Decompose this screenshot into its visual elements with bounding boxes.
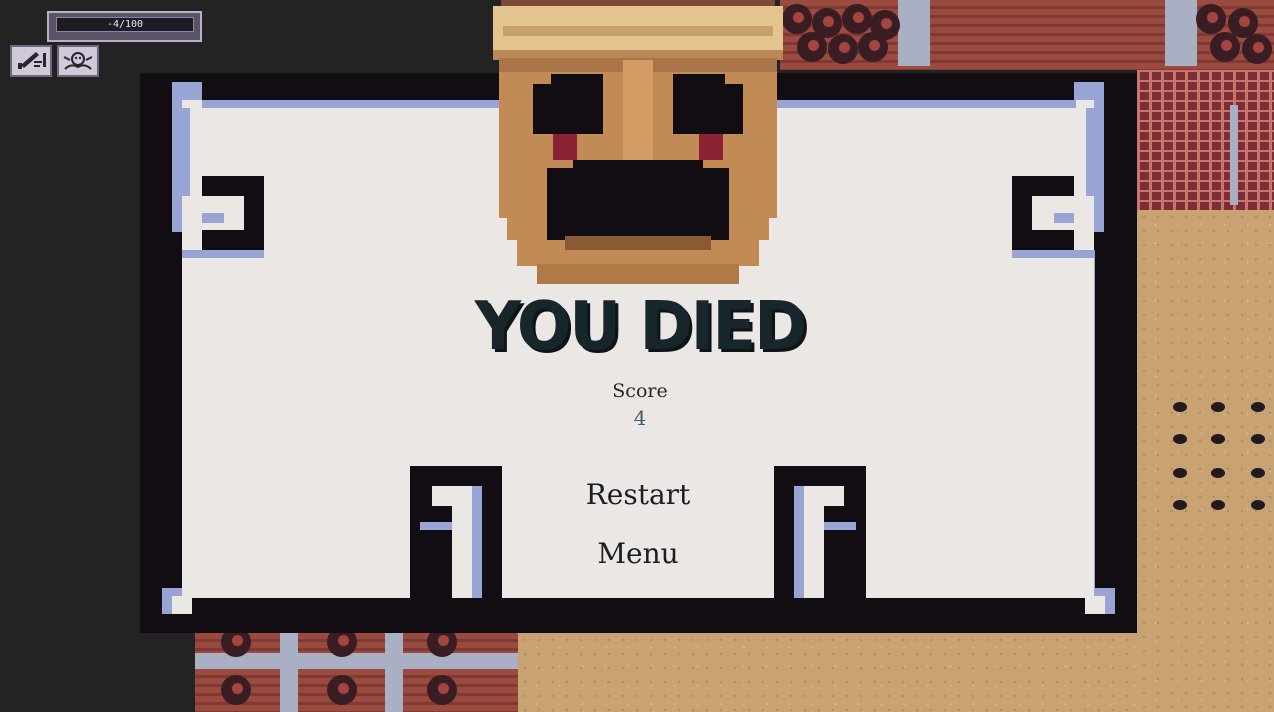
you-died-title: YOU DIED — [474, 288, 808, 366]
restart-button[interactable]: Restart — [520, 478, 756, 511]
inventory-slot-creature[interactable] — [57, 45, 99, 77]
frame-trim — [202, 100, 502, 108]
crowd-top — [782, 4, 902, 66]
button-frame-right — [824, 522, 856, 530]
arena-wall-bottom — [195, 627, 518, 712]
button-frame-left — [472, 486, 482, 598]
stone-pillar — [898, 0, 930, 66]
button-frame-left — [420, 522, 452, 530]
hook-ornament-left — [202, 213, 224, 223]
hook-ornament-right — [1012, 250, 1094, 258]
inventory-slot-weapon[interactable] — [10, 45, 52, 77]
sword-icon — [18, 52, 46, 69]
crowd-top-right — [1196, 4, 1274, 66]
stone-pillar — [1165, 0, 1197, 66]
temple-banner — [1137, 70, 1274, 210]
tragedy-mask-icon — [493, 0, 783, 284]
hook-ornament-left — [182, 250, 264, 258]
frame-trim — [172, 82, 182, 232]
button-frame-left — [452, 486, 474, 598]
banner-pole — [1230, 105, 1238, 205]
menu-button[interactable]: Menu — [520, 537, 756, 570]
score-label: Score — [612, 380, 668, 402]
frame-notch — [1085, 596, 1105, 614]
sand-floor-bottom — [518, 633, 1137, 712]
score-value: 4 — [633, 406, 647, 430]
frame-trim — [1094, 82, 1104, 232]
frame-notch — [172, 596, 192, 614]
hook-ornament-right — [1054, 213, 1074, 223]
sand-floor — [1137, 210, 1274, 712]
button-frame-right — [802, 486, 824, 598]
health-text: -4/100 — [106, 19, 144, 30]
frame-trim — [776, 100, 1076, 108]
button-frame-right — [794, 486, 804, 598]
creature-icon — [63, 52, 93, 70]
